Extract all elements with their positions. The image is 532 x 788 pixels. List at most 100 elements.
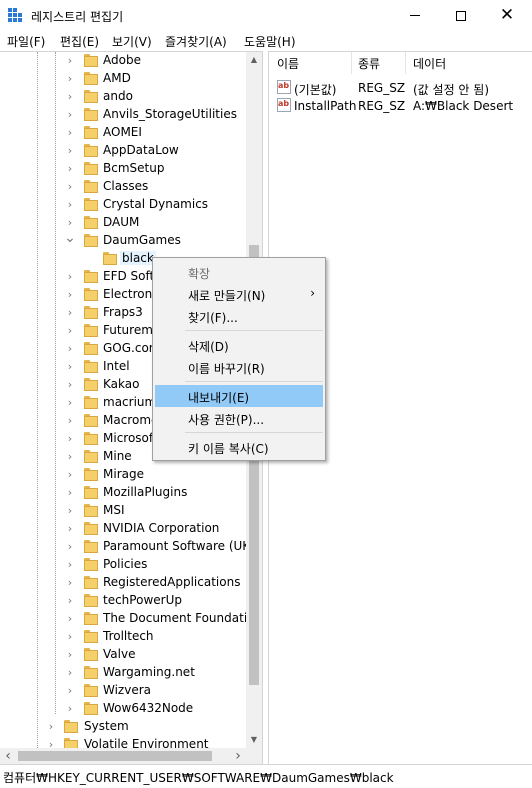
folder-icon (64, 720, 78, 734)
chevron-right-icon[interactable]: › (64, 484, 76, 502)
tree-item[interactable]: › NVIDIA Corporation (0, 520, 246, 538)
chevron-right-icon[interactable]: › (64, 106, 76, 124)
tree-item[interactable]: › AOMEI (0, 124, 246, 142)
chevron-down-icon[interactable]: ⌄ (64, 231, 76, 250)
tree-item[interactable]: › MSI (0, 502, 246, 520)
tree-item[interactable]: › DAUM (0, 214, 246, 232)
tree-item[interactable]: › techPowerUp (0, 592, 246, 610)
menu-item-permissions[interactable]: 사용 권한(P)... (155, 407, 323, 429)
chevron-right-icon[interactable]: › (64, 340, 76, 358)
chevron-right-icon[interactable]: › (64, 538, 76, 556)
value-row[interactable]: ab (기본값) REG_SZ (값 설정 안 됨) (269, 79, 532, 97)
column-divider[interactable] (405, 52, 406, 74)
chevron-right-icon[interactable]: › (64, 304, 76, 322)
column-header-name[interactable]: 이름 (277, 55, 299, 72)
chevron-right-icon[interactable]: › (64, 700, 76, 718)
tree-item[interactable]: › MozillaPlugins (0, 484, 246, 502)
menu-item-rename[interactable]: 이름 바꾸기(R) (155, 356, 323, 378)
scroll-thumb-horizontal[interactable] (18, 751, 212, 761)
chevron-right-icon[interactable]: › (45, 718, 57, 736)
chevron-right-icon[interactable]: › (64, 160, 76, 178)
column-header-data[interactable]: 데이터 (413, 55, 446, 72)
tree-horizontal-scrollbar[interactable]: ‹ › (0, 748, 246, 764)
chevron-right-icon[interactable]: › (64, 268, 76, 286)
chevron-right-icon[interactable]: › (64, 628, 76, 646)
tree-item-label: Trolltech (103, 629, 154, 643)
tree-item[interactable]: › Anvils_StorageUtilities (0, 106, 246, 124)
tree-item[interactable]: › Wargaming.net (0, 664, 246, 682)
tree-item[interactable]: › Trolltech (0, 628, 246, 646)
column-divider[interactable] (351, 52, 352, 74)
folder-icon (84, 558, 98, 572)
value-row[interactable]: ab InstallPath REG_SZ A:₩Black Desert (269, 97, 532, 115)
chevron-right-icon[interactable]: › (64, 394, 76, 412)
chevron-right-icon[interactable]: › (64, 196, 76, 214)
chevron-right-icon[interactable]: › (64, 358, 76, 376)
menu-item-new[interactable]: 새로 만들기(N) › (155, 283, 323, 305)
menu-item-delete[interactable]: 삭제(D) (155, 334, 323, 356)
tree-item[interactable]: › Valve (0, 646, 246, 664)
scroll-up-icon[interactable]: ▲ (246, 52, 262, 68)
chevron-right-icon[interactable]: › (64, 376, 76, 394)
tree-item[interactable]: › System (0, 718, 246, 736)
tree-item[interactable]: › Classes (0, 178, 246, 196)
menu-edit[interactable]: 편집(E) (60, 33, 99, 50)
tree-item[interactable]: › BcmSetup (0, 160, 246, 178)
chevron-right-icon[interactable]: › (64, 52, 76, 70)
tree-item[interactable]: › Policies (0, 556, 246, 574)
tree-item[interactable]: › RegisteredApplications (0, 574, 246, 592)
folder-icon (84, 144, 98, 158)
tree-item[interactable]: › Adobe (0, 52, 246, 70)
chevron-right-icon[interactable]: › (64, 574, 76, 592)
chevron-right-icon[interactable]: › (64, 502, 76, 520)
chevron-right-icon[interactable]: › (64, 556, 76, 574)
folder-icon (84, 270, 98, 284)
chevron-right-icon[interactable]: › (64, 592, 76, 610)
chevron-right-icon[interactable]: › (64, 70, 76, 88)
chevron-right-icon[interactable]: › (64, 430, 76, 448)
chevron-right-icon: › (310, 286, 315, 300)
chevron-right-icon[interactable]: › (64, 412, 76, 430)
chevron-right-icon[interactable]: › (64, 88, 76, 106)
minimize-button[interactable] (392, 0, 438, 31)
tree-item[interactable]: › Paramount Software (UK) L (0, 538, 262, 556)
tree-item[interactable]: › Mirage (0, 466, 246, 484)
chevron-right-icon[interactable]: › (64, 178, 76, 196)
column-header-type[interactable]: 종류 (358, 55, 380, 72)
scroll-left-icon[interactable]: ‹ (0, 748, 16, 764)
menu-item-export[interactable]: 내보내기(E) (155, 385, 323, 407)
chevron-right-icon[interactable]: › (64, 466, 76, 484)
chevron-right-icon[interactable]: › (64, 142, 76, 160)
menu-help[interactable]: 도움말(H) (244, 33, 296, 50)
chevron-right-icon[interactable]: › (64, 646, 76, 664)
scroll-right-icon[interactable]: › (230, 748, 246, 764)
chevron-right-icon[interactable]: › (64, 664, 76, 682)
menu-item-copy-key-name[interactable]: 키 이름 복사(C) (155, 436, 323, 458)
maximize-button[interactable] (438, 0, 484, 31)
menu-favorites[interactable]: 즐겨찾기(A) (165, 33, 227, 50)
tree-item[interactable]: › AMD (0, 70, 246, 88)
folder-icon (84, 108, 98, 122)
tree-item[interactable]: › Wizvera (0, 682, 246, 700)
tree-item-label: Microsof (103, 431, 154, 445)
tree-item[interactable]: › AppDataLow (0, 142, 246, 160)
chevron-right-icon[interactable]: › (64, 682, 76, 700)
chevron-right-icon[interactable]: › (64, 322, 76, 340)
tree-item[interactable]: › Wow6432Node (0, 700, 246, 718)
tree-item[interactable]: › The Document Foundation (0, 610, 262, 628)
chevron-right-icon[interactable]: › (64, 610, 76, 628)
chevron-right-icon[interactable]: › (64, 286, 76, 304)
tree-item[interactable]: ⌄ DaumGames (0, 231, 246, 250)
menu-file[interactable]: 파일(F) (7, 33, 45, 50)
scroll-down-icon[interactable]: ▼ (246, 732, 262, 748)
chevron-right-icon[interactable]: › (64, 124, 76, 142)
folder-icon (84, 540, 98, 554)
tree-item-label: Mirage (103, 467, 144, 481)
menu-item-find[interactable]: 찾기(F)... (155, 305, 323, 327)
menu-view[interactable]: 보기(V) (112, 33, 152, 50)
chevron-right-icon[interactable]: › (64, 448, 76, 466)
close-button[interactable]: ✕ (484, 0, 530, 31)
tree-item[interactable]: › ando (0, 88, 246, 106)
chevron-right-icon[interactable]: › (64, 520, 76, 538)
tree-item[interactable]: › Crystal Dynamics (0, 196, 246, 214)
